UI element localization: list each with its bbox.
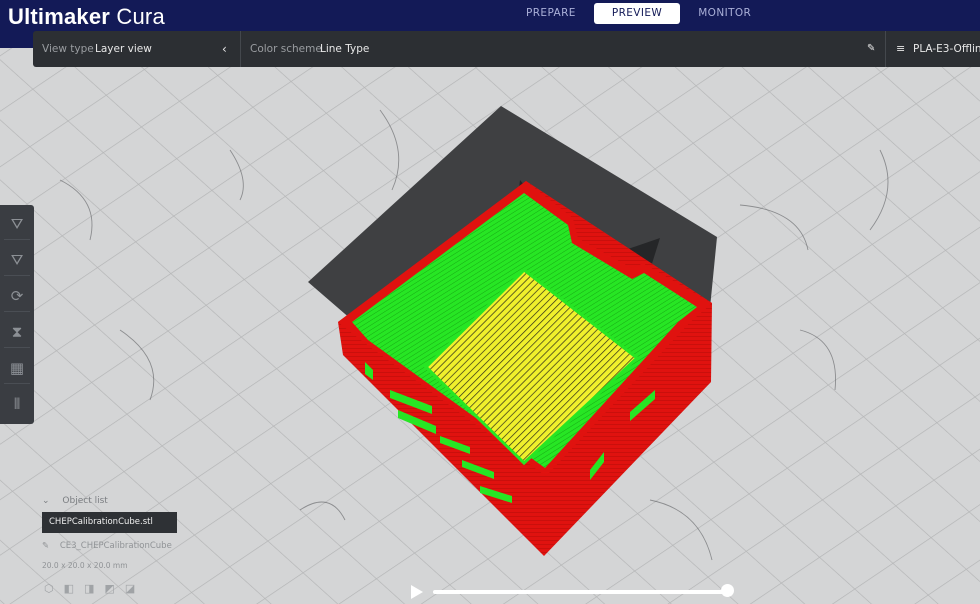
view-settings-bar: View type Layer view ‹ Color scheme Line…: [33, 31, 980, 67]
right-view-icon[interactable]: ◪: [125, 582, 135, 595]
job-name: CE3_CHEPCalibrationCube: [59, 541, 172, 551]
scale-tool-icon[interactable]: ⛛: [4, 245, 30, 276]
tab-preview[interactable]: PREVIEW: [593, 3, 681, 24]
edit-pencil-icon[interactable]: ✎: [867, 31, 875, 67]
object-list-header[interactable]: ⌄ Object list: [42, 496, 108, 506]
logo-product: Cura: [116, 4, 165, 29]
top-view-icon[interactable]: ◨: [84, 582, 94, 595]
color-scheme-select[interactable]: Line Type: [320, 31, 369, 67]
job-name-row[interactable]: ✎ CE3_CHEPCalibrationCube: [42, 541, 172, 551]
view-type-select[interactable]: Layer view: [95, 31, 152, 67]
object-dimensions: 20.0 x 20.0 x 20.0 mm: [42, 561, 128, 570]
stage-tabs: PREPARE PREVIEW MONITOR: [508, 3, 769, 24]
chevron-down-icon: ⌄: [42, 496, 50, 506]
move-tool-icon[interactable]: ⛛: [4, 209, 30, 240]
layer-path-slider-track[interactable]: [433, 590, 727, 594]
3d-view-icon[interactable]: ⬡: [44, 582, 54, 595]
front-view-icon[interactable]: ◧: [64, 582, 74, 595]
printer-profile-select[interactable]: PLA-E3-Offline -: [913, 31, 980, 67]
logo-brand: Ultimaker: [8, 4, 111, 29]
view-orientation-buttons: ⬡ ◧ ◨ ◩ ◪: [44, 582, 135, 595]
play-icon[interactable]: [410, 584, 424, 600]
object-list-item[interactable]: CHEPCalibrationCube.stl: [42, 512, 177, 533]
tool-panel: ⛛ ⛛ ⟳ ⧗ ▦ ⦀: [0, 205, 34, 424]
per-model-settings-icon[interactable]: ▦: [4, 353, 30, 384]
collapse-chevron-icon[interactable]: ‹: [222, 31, 227, 67]
mirror-tool-icon[interactable]: ⧗: [4, 317, 30, 348]
divider: [240, 31, 241, 67]
divider: [885, 31, 886, 67]
rotate-tool-icon[interactable]: ⟳: [4, 281, 30, 312]
left-view-icon[interactable]: ◩: [104, 582, 114, 595]
support-blocker-icon[interactable]: ⦀: [4, 389, 30, 419]
edit-pencil-icon: ✎: [42, 541, 50, 551]
view-type-label: View type: [42, 43, 94, 55]
tab-prepare[interactable]: PREPARE: [508, 3, 594, 24]
app-logo: Ultimaker Cura: [8, 4, 165, 30]
printer-settings-icon: ≡: [896, 42, 906, 55]
object-list-label: Object list: [62, 496, 108, 506]
layer-path-slider-handle[interactable]: [721, 584, 734, 597]
color-scheme-label: Color scheme: [250, 43, 322, 55]
tab-monitor[interactable]: MONITOR: [680, 3, 769, 24]
